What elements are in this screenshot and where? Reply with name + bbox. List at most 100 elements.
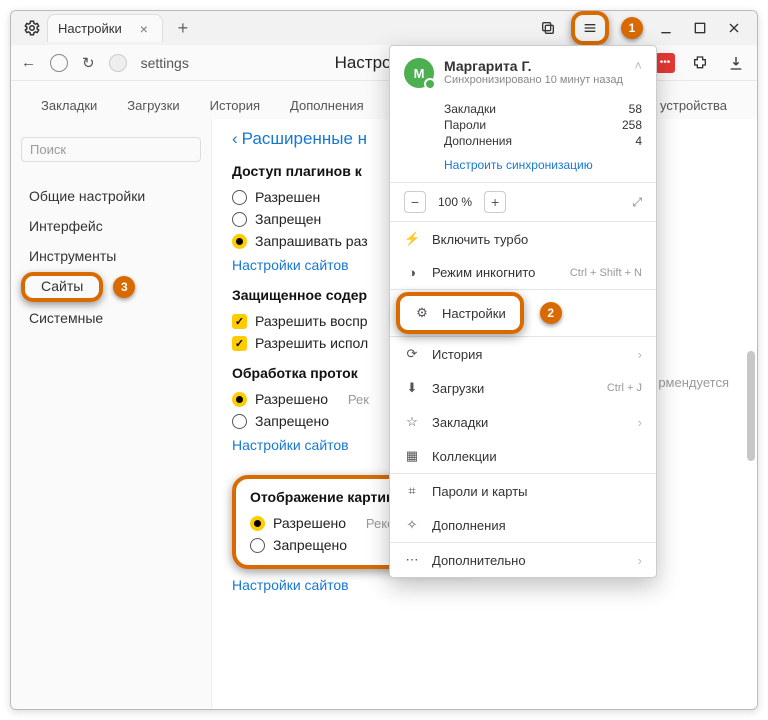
sidebar-item-general[interactable]: Общие настройки — [21, 182, 201, 210]
extensions-icon[interactable] — [689, 52, 711, 74]
sidebar-item-tools[interactable]: Инструменты — [21, 242, 201, 270]
profile-name: Маргарита Г. — [444, 58, 623, 74]
scrollbar-thumb[interactable] — [747, 351, 755, 461]
fullscreen-icon[interactable]: ⤢ — [632, 195, 642, 210]
radio-proto-deny[interactable] — [232, 414, 247, 429]
menu-item-9[interactable]: ⋯ Дополнительно › — [390, 543, 656, 577]
menu-item-label: Коллекции — [432, 449, 497, 464]
link-site-settings-3[interactable]: Настройки сайтов — [232, 577, 737, 593]
zoom-level: 100 % — [434, 195, 476, 209]
sidebar-item-interface[interactable]: Интерфейс — [21, 212, 201, 240]
settings-sidebar: Поиск Общие настройки Интерфейс Инструме… — [11, 119, 211, 709]
zoom-out-button[interactable]: − — [404, 191, 426, 213]
tab-bookmarks[interactable]: Закладки — [37, 92, 101, 119]
menu-item-icon: ▦ — [404, 448, 420, 464]
hamburger-menu-button[interactable] — [579, 17, 601, 39]
new-tab-button[interactable]: + — [171, 16, 195, 40]
menu-item-icon: ⟳ — [404, 346, 420, 362]
sync-check-icon — [424, 78, 436, 90]
radio-plugin-allow[interactable] — [232, 190, 247, 205]
gear-icon — [23, 19, 41, 37]
highlight-sidebar-sites: Сайты — [21, 272, 103, 302]
profile-sync-status: Синхронизировано 10 минут назад — [444, 74, 623, 86]
tab-devices[interactable]: устройства — [656, 92, 731, 119]
radio-plugin-ask[interactable] — [232, 234, 247, 249]
peek-recommended: рмендуется — [658, 375, 729, 390]
radio-proto-allow[interactable] — [232, 392, 247, 407]
menu-item-3[interactable]: ⟳ История › — [390, 337, 656, 371]
menu-item-label: Дополнительно — [432, 553, 526, 568]
back-icon[interactable]: ← — [21, 54, 36, 71]
menu-item-label: Включить турбо — [432, 232, 528, 247]
copy-icon[interactable] — [537, 17, 559, 39]
menu-zoom-row: − 100 % + ⤢ — [390, 183, 656, 221]
sidebar-item-sites[interactable]: Сайты — [39, 274, 85, 298]
search-input[interactable]: Поиск — [21, 137, 201, 162]
menu-item-1[interactable]: ◑ Режим инкогнито Ctrl + Shift + N — [390, 256, 656, 289]
main-menu-dropdown: М Маргарита Г. Синхронизировано 10 минут… — [389, 45, 657, 578]
highlight-menu-button — [571, 11, 609, 45]
menu-item-label: Дополнения — [432, 518, 506, 533]
avatar: М — [404, 58, 434, 88]
site-icon — [109, 54, 127, 72]
chk-protected-2[interactable] — [232, 336, 247, 351]
chevron-right-icon: › — [638, 415, 642, 430]
menu-item-icon: ✧ — [404, 517, 420, 533]
radio-plugin-deny[interactable] — [232, 212, 247, 227]
sidebar-item-system[interactable]: Системные — [21, 304, 201, 332]
tab-title: Настройки — [58, 21, 122, 36]
menu-item-5[interactable]: ☆ Закладки › — [390, 405, 656, 439]
maximize-icon[interactable] — [689, 17, 711, 39]
menu-item-8[interactable]: ✧ Дополнения — [390, 508, 656, 542]
callout-1: 1 — [621, 17, 643, 39]
callout-3: 3 — [113, 276, 135, 298]
address-field[interactable]: settings — [141, 55, 321, 71]
browser-tab[interactable]: Настройки × — [47, 14, 163, 42]
menu-item-0[interactable]: ⚡ Включить турбо — [390, 222, 656, 256]
menu-item-icon: ⋯ — [404, 552, 420, 568]
menu-item-icon: ⬇ — [404, 380, 420, 396]
menu-item-icon: ◑ — [404, 265, 420, 280]
menu-item-label: Настройки — [442, 306, 506, 321]
profile-stats: Закладки58 Пароли258 Дополнения4 — [390, 96, 656, 158]
radio-images-allow[interactable] — [250, 516, 265, 531]
callout-2: 2 — [540, 302, 562, 324]
menu-item-shortcut: Ctrl + Shift + N — [570, 267, 642, 279]
menu-item-label: Пароли и карты — [432, 484, 528, 499]
menu-item-icon: ☆ — [404, 414, 420, 430]
minimize-icon[interactable] — [655, 17, 677, 39]
menu-item-shortcut: Ctrl + J — [607, 382, 642, 394]
zoom-in-button[interactable]: + — [484, 191, 506, 213]
tab-history[interactable]: История — [206, 92, 264, 119]
menu-item-2[interactable]: ⚙ Настройки — [396, 292, 524, 334]
close-tab-icon[interactable]: × — [140, 21, 148, 37]
menu-item-label: История — [432, 347, 482, 362]
chk-protected-1[interactable] — [232, 314, 247, 329]
menu-item-7[interactable]: ⌗ Пароли и карты — [390, 474, 656, 508]
menu-item-label: Загрузки — [432, 381, 484, 396]
chevron-right-icon: › — [638, 553, 642, 568]
chevron-right-icon: › — [638, 347, 642, 362]
menu-sync-settings-link[interactable]: Настроить синхронизацию — [390, 158, 656, 182]
browser-window: Настройки × + 1 ← ↻ settings Настройки •… — [10, 10, 758, 710]
window-buttons: 1 — [537, 11, 751, 45]
chevron-left-icon: ‹ — [232, 129, 238, 149]
close-window-icon[interactable] — [723, 17, 745, 39]
menu-item-icon: ⚙ — [414, 305, 430, 321]
menu-item-icon: ⌗ — [404, 483, 420, 499]
reload-icon[interactable]: ↻ — [82, 54, 95, 72]
downloads-icon[interactable] — [725, 52, 747, 74]
menu-item-4[interactable]: ⬇ Загрузки Ctrl + J — [390, 371, 656, 405]
tab-downloads[interactable]: Загрузки — [123, 92, 183, 119]
tab-strip: Настройки × + 1 — [11, 11, 757, 45]
tab-addons[interactable]: Дополнения — [286, 92, 368, 119]
menu-item-label: Закладки — [432, 415, 488, 430]
menu-item-label: Режим инкогнито — [432, 265, 535, 280]
menu-item-6[interactable]: ▦ Коллекции — [390, 439, 656, 473]
extension-badge[interactable]: ••• — [655, 53, 675, 73]
yandex-logo-icon[interactable] — [50, 54, 68, 72]
menu-item-icon: ⚡ — [404, 231, 420, 247]
chevron-up-icon[interactable]: ˄ — [634, 58, 642, 88]
radio-images-deny[interactable] — [250, 538, 265, 553]
menu-profile[interactable]: М Маргарита Г. Синхронизировано 10 минут… — [390, 46, 656, 96]
